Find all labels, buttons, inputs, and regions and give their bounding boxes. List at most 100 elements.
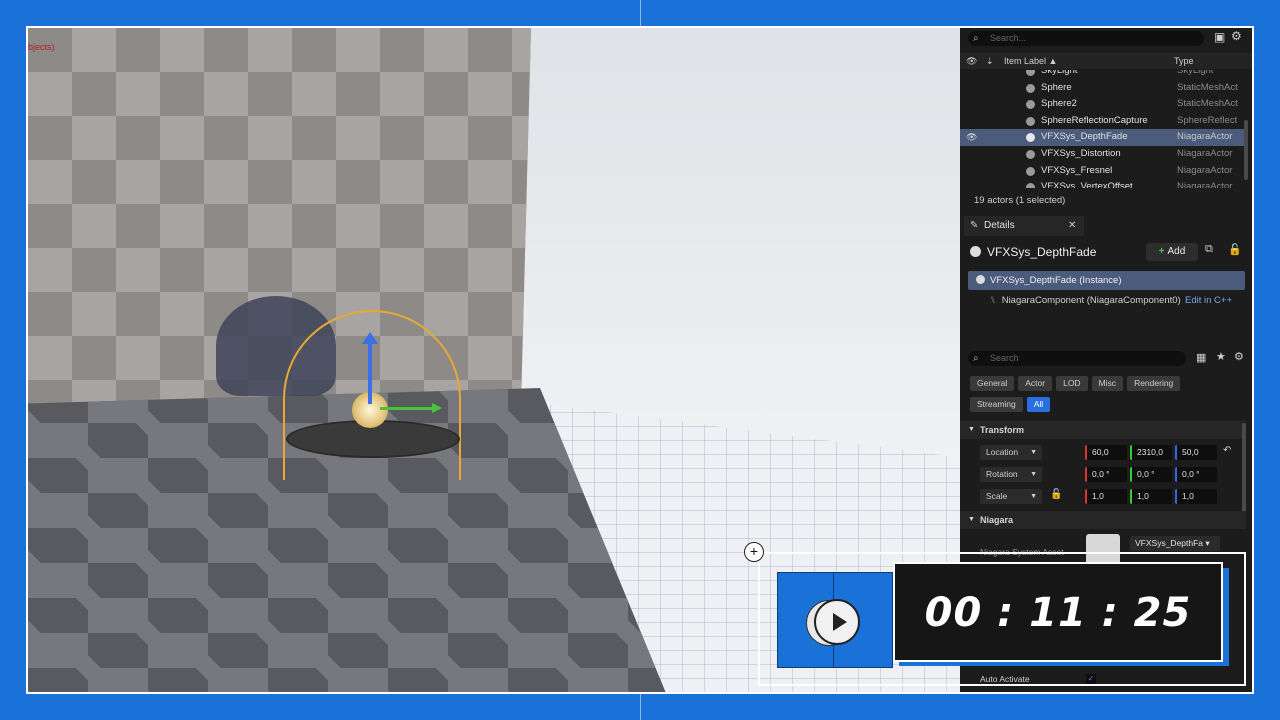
transform-section[interactable]: ▼ Transform bbox=[960, 421, 1246, 439]
search-icon: ⌕ bbox=[973, 33, 979, 44]
rotation-z-field[interactable]: 0,0 ° bbox=[1175, 467, 1217, 482]
edit-in-cpp-link[interactable]: Edit in C++ bbox=[1185, 295, 1232, 306]
instance-row[interactable]: VFXSys_DepthFade (Instance) bbox=[968, 271, 1245, 290]
gizmo-y-arrow-icon[interactable] bbox=[432, 403, 442, 413]
timer-display: 00 : 11 : 25 bbox=[893, 562, 1223, 662]
rotation-dropdown[interactable]: Rotation ▼ bbox=[980, 467, 1042, 482]
static-mesh-icon bbox=[1026, 83, 1035, 93]
add-button-label: Add bbox=[1167, 246, 1186, 257]
play-button[interactable] bbox=[814, 599, 860, 645]
blueprint-icon[interactable]: ⧉ bbox=[1205, 243, 1213, 256]
list-item[interactable]: VFXSys_VertexOffset NiagaraActor bbox=[960, 179, 1246, 188]
category-general[interactable]: General bbox=[970, 376, 1015, 391]
row-type: NiagaraActor bbox=[1177, 147, 1233, 159]
rotation-x-field[interactable]: 0,0 ° bbox=[1085, 467, 1127, 482]
list-item[interactable]: Sphere2 StaticMeshAct bbox=[960, 96, 1246, 113]
pencil-icon: ✎ bbox=[970, 220, 979, 231]
search-icon: ⌕ bbox=[973, 353, 979, 364]
collapse-triangle-icon: ▼ bbox=[968, 516, 975, 523]
component-row[interactable]: ⑊ NiagaraComponent (NiagaraComponent0) bbox=[990, 295, 1181, 306]
row-type: StaticMeshAct bbox=[1177, 98, 1238, 110]
asset-value: VFXSys_DepthFa bbox=[1135, 538, 1204, 548]
list-item[interactable]: VFXSys_Fresnel NiagaraActor bbox=[960, 163, 1246, 180]
row-type: NiagaraActor bbox=[1177, 164, 1233, 176]
pin-header-icon[interactable]: ⇣ bbox=[986, 53, 994, 69]
actor-name: VFXSys_DepthFade bbox=[987, 245, 1097, 259]
rotation-label: Rotation bbox=[986, 469, 1018, 479]
settings-gear-icon[interactable]: ⚙ bbox=[1231, 29, 1242, 43]
chevron-down-icon: ▾ bbox=[1205, 538, 1210, 548]
visibility-header-icon[interactable]: 👁 bbox=[966, 53, 977, 69]
category-filters: General Actor LOD Misc Rendering Streaming Al… bbox=[970, 376, 1250, 418]
row-type: SphereReflect bbox=[1177, 114, 1238, 126]
category-all[interactable]: All bbox=[1026, 397, 1051, 412]
collapse-triangle-icon: ▼ bbox=[968, 426, 975, 433]
niagara-section[interactable]: ▼ Niagara bbox=[960, 511, 1246, 529]
category-rendering[interactable]: Rendering bbox=[1127, 376, 1181, 391]
row-type: NiagaraActor bbox=[1177, 131, 1233, 143]
scale-x-field[interactable]: 1,0 bbox=[1085, 489, 1127, 504]
location-dropdown[interactable]: Location ▼ bbox=[980, 445, 1042, 460]
reflection-capture-icon bbox=[1026, 116, 1035, 126]
row-name: VFXSys_Fresnel bbox=[1041, 164, 1113, 176]
niagara-asset-dropdown[interactable]: VFXSys_DepthFa ▾ bbox=[1130, 536, 1220, 551]
add-component-button[interactable]: + Add bbox=[1146, 243, 1198, 261]
scale-label: Scale bbox=[986, 491, 1008, 501]
outliner-scrollbar[interactable] bbox=[1244, 120, 1248, 180]
list-item[interactable]: VFXSys_Distortion NiagaraActor bbox=[960, 146, 1246, 163]
scale-y-field[interactable]: 1,0 bbox=[1130, 489, 1172, 504]
category-lod[interactable]: LOD bbox=[1056, 376, 1088, 391]
scale-lock-icon[interactable]: 🔓 bbox=[1050, 489, 1062, 500]
row-name: SphereReflectionCapture bbox=[1041, 114, 1148, 126]
location-y-field[interactable]: 2310,0 bbox=[1130, 445, 1172, 460]
row-name: SkyLight bbox=[1041, 70, 1078, 76]
gizmo-z-arrow-icon[interactable] bbox=[362, 332, 378, 344]
favorite-star-icon[interactable]: ★ bbox=[1216, 350, 1226, 363]
reset-arrow-icon[interactable]: ↶ bbox=[1223, 445, 1231, 456]
lock-icon[interactable]: 🔓 bbox=[1228, 243, 1242, 256]
niagara-icon bbox=[1026, 166, 1035, 176]
row-type: SkyLight bbox=[1177, 70, 1214, 76]
list-item[interactable]: SphereReflectionCapture SphereReflect bbox=[960, 113, 1246, 130]
details-tab-label: Details bbox=[984, 220, 1015, 231]
category-misc[interactable]: Misc bbox=[1091, 376, 1124, 391]
outliner-status: 19 actors (1 selected) bbox=[974, 195, 1066, 206]
niagara-icon bbox=[1026, 183, 1035, 188]
niagara-actor-icon bbox=[970, 246, 981, 257]
cursor-crosshair-icon: + bbox=[744, 542, 764, 562]
category-actor[interactable]: Actor bbox=[1018, 376, 1053, 391]
outliner-search-input[interactable]: ⌕ Search... bbox=[968, 31, 1204, 46]
visibility-eye-icon[interactable]: 👁 bbox=[966, 129, 977, 146]
chevron-down-icon: ▼ bbox=[1030, 493, 1037, 500]
plus-icon: + bbox=[1158, 246, 1165, 257]
location-z-field[interactable]: 50,0 bbox=[1175, 445, 1217, 460]
niagara-icon bbox=[1026, 149, 1035, 159]
outliner-header: 👁 ⇣ Item Label ▲ Type bbox=[960, 53, 1252, 69]
tab-details[interactable]: ✎ Details ✕ bbox=[964, 216, 1084, 236]
skylight-icon bbox=[1026, 70, 1035, 76]
list-item-selected[interactable]: 👁 VFXSys_DepthFade NiagaraActor bbox=[960, 129, 1246, 146]
list-item[interactable]: SkyLight SkyLight bbox=[960, 70, 1246, 80]
category-streaming[interactable]: Streaming bbox=[970, 397, 1023, 412]
details-scrollbar[interactable] bbox=[1242, 423, 1246, 513]
scale-z-field[interactable]: 1,0 bbox=[1175, 489, 1217, 504]
gizmo-y-axis[interactable] bbox=[380, 407, 434, 410]
location-x-field[interactable]: 60,0 bbox=[1085, 445, 1127, 460]
item-label-header[interactable]: Item Label ▲ bbox=[1004, 53, 1057, 69]
gizmo-z-axis[interactable] bbox=[368, 340, 372, 404]
settings-gear-icon[interactable]: ⚙ bbox=[1234, 350, 1244, 363]
type-header[interactable]: Type bbox=[1174, 53, 1194, 69]
close-icon[interactable]: ✕ bbox=[1068, 216, 1076, 236]
list-item[interactable]: Sphere StaticMeshAct bbox=[960, 80, 1246, 97]
static-mesh-icon bbox=[1026, 100, 1035, 110]
table-view-icon[interactable]: ▦ bbox=[1196, 351, 1206, 364]
row-name: VFXSys_VertexOffset bbox=[1041, 181, 1133, 188]
niagara-title: Niagara bbox=[980, 515, 1014, 525]
details-search-input[interactable]: ⌕ Search bbox=[968, 351, 1186, 366]
outliner-list: SkyLight SkyLight Sphere StaticMeshAct S… bbox=[960, 70, 1246, 188]
rotation-y-field[interactable]: 0,0 ° bbox=[1130, 467, 1172, 482]
chevron-down-icon: ▼ bbox=[1030, 471, 1037, 478]
scale-dropdown[interactable]: Scale ▼ bbox=[980, 489, 1042, 504]
location-label: Location bbox=[986, 447, 1019, 457]
add-folder-icon[interactable]: ▣ bbox=[1214, 30, 1225, 44]
